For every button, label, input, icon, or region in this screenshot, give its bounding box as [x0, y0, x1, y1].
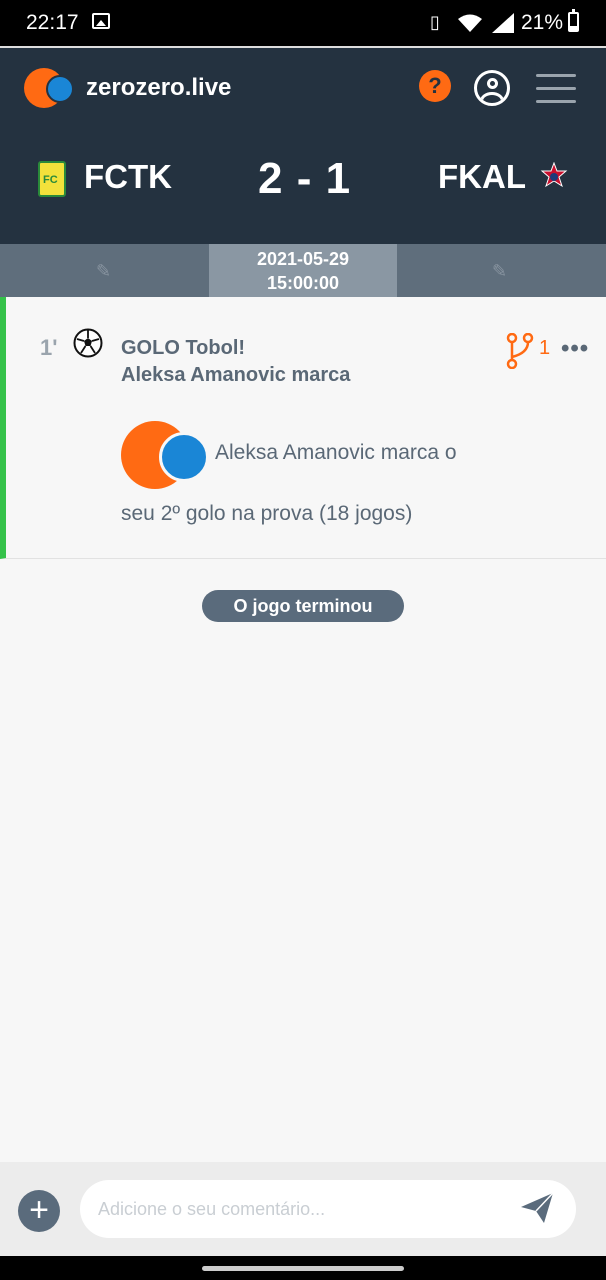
edit-icon[interactable]: ✎	[492, 261, 507, 282]
help-button[interactable]: ?	[419, 70, 451, 102]
match-score: 2 - 1	[258, 154, 352, 203]
match-ended-badge: O jogo terminou	[202, 590, 404, 622]
match-date: 2021-05-29	[256, 249, 350, 269]
away-team-crest[interactable]	[540, 162, 568, 194]
branch-count[interactable]: 1	[539, 337, 550, 360]
away-team-name[interactable]: FKAL	[438, 158, 526, 196]
add-button[interactable]: +	[18, 1190, 60, 1232]
more-options-icon[interactable]: •••	[561, 335, 589, 363]
event-description-line2: seu 2º golo na prova (18 jogos)	[121, 502, 413, 525]
gallery-icon	[92, 13, 110, 29]
goal-event-card: 1' GOLO Tobol! Aleksa Amanovic marca 1 •…	[0, 297, 606, 559]
comment-input[interactable]	[80, 1180, 576, 1238]
vibrate-icon: ▯	[430, 12, 440, 32]
home-team-crest[interactable]	[38, 161, 66, 197]
event-description-line1: Aleksa Amanovic marca o	[215, 441, 457, 464]
home-gesture-handle[interactable]	[202, 1266, 404, 1271]
user-account-icon[interactable]	[474, 70, 510, 106]
soccer-ball-icon	[73, 328, 103, 358]
system-nav-bar	[0, 1256, 606, 1280]
signal-icon	[492, 13, 514, 33]
home-team-name[interactable]: FCTK	[84, 158, 172, 196]
zerozero-logo[interactable]	[24, 68, 78, 110]
send-icon[interactable]	[520, 1192, 554, 1224]
brand-name[interactable]: zerozero.live	[86, 74, 231, 102]
event-title: GOLO Tobol! Aleksa Amanovic marca	[121, 335, 350, 389]
event-title-line1: GOLO Tobol!	[121, 337, 246, 359]
comment-composer: +	[0, 1162, 606, 1256]
battery-icon	[568, 9, 579, 32]
match-datetime: 2021-05-29 15:00:00	[209, 244, 397, 297]
match-datetime-bar: ✎ 2021-05-29 15:00:00 ✎	[0, 244, 606, 297]
status-time: 22:17	[26, 11, 79, 34]
zerozero-logo	[121, 421, 213, 491]
match-time: 15:00:00	[266, 273, 340, 293]
wifi-icon	[458, 14, 482, 32]
match-header: zerozero.live ? FCTK 2 - 1 FKAL	[0, 46, 606, 244]
battery-percent: 21%	[521, 11, 564, 34]
status-bar: 22:17 ▯ 21%	[0, 0, 606, 46]
event-title-line2: Aleksa Amanovic marca	[121, 364, 351, 386]
edit-icon[interactable]: ✎	[96, 261, 111, 282]
branch-icon[interactable]	[506, 333, 534, 369]
hamburger-menu-icon[interactable]	[536, 74, 576, 104]
event-minute: 1'	[40, 335, 58, 360]
